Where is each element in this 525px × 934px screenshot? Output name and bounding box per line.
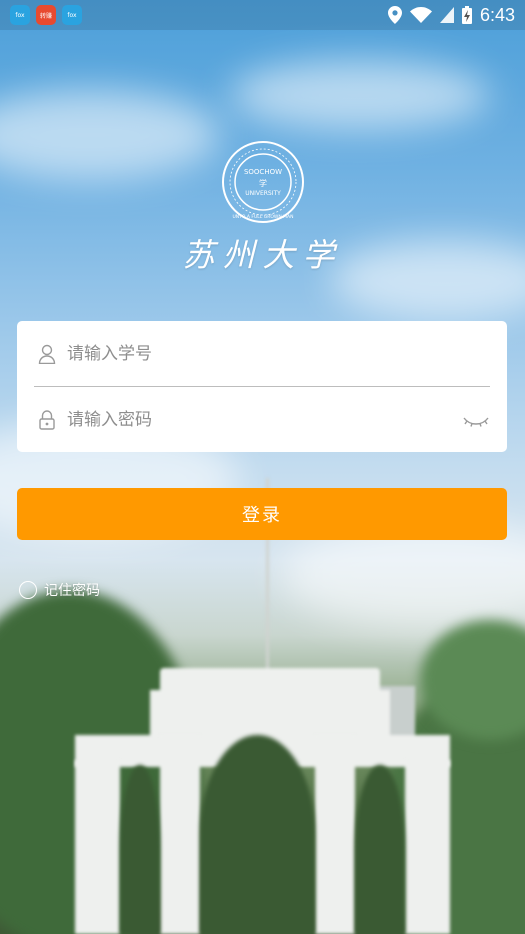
login-form-card <box>17 321 507 452</box>
user-icon <box>37 344 57 364</box>
svg-text:学: 学 <box>259 178 267 188</box>
battery-charging-icon <box>461 6 472 24</box>
svg-text:SOOCHOW: SOOCHOW <box>243 168 281 176</box>
wifi-icon <box>409 7 432 23</box>
remember-password-radio[interactable] <box>19 581 37 599</box>
svg-text:UNTO A FULL GROWN MAN: UNTO A FULL GROWN MAN <box>232 214 293 220</box>
location-icon <box>387 6 402 24</box>
login-button[interactable]: 登录 <box>17 488 507 540</box>
show-password-toggle-icon[interactable] <box>463 409 489 429</box>
fox-app-icon: fox <box>10 5 30 25</box>
status-time: 6:43 <box>479 4 515 25</box>
university-seal-icon: SOOCHOW 学 UNIVERSITY UNTO A FULL GROWN M… <box>221 141 304 223</box>
student-id-input[interactable] <box>65 342 449 365</box>
remember-password-label: 记住密码 <box>44 583 100 599</box>
status-bar: fox 转赚 fox 6:43 <box>0 0 525 30</box>
university-name: 苏州大学 <box>182 236 343 274</box>
svg-text:UNIVERSITY: UNIVERSITY <box>245 190 281 197</box>
student-id-field <box>17 321 507 386</box>
fox-app-icon: fox <box>62 5 82 25</box>
zhuanzhuan-app-icon: 转赚 <box>36 5 56 25</box>
remember-password-toggle[interactable]: 记住密码 <box>19 580 100 600</box>
university-logo: SOOCHOW 学 UNIVERSITY UNTO A FULL GROWN M… <box>0 140 525 276</box>
signal-icon <box>439 7 454 23</box>
password-field <box>17 387 507 452</box>
password-input[interactable] <box>65 408 449 431</box>
lock-icon <box>37 409 57 430</box>
